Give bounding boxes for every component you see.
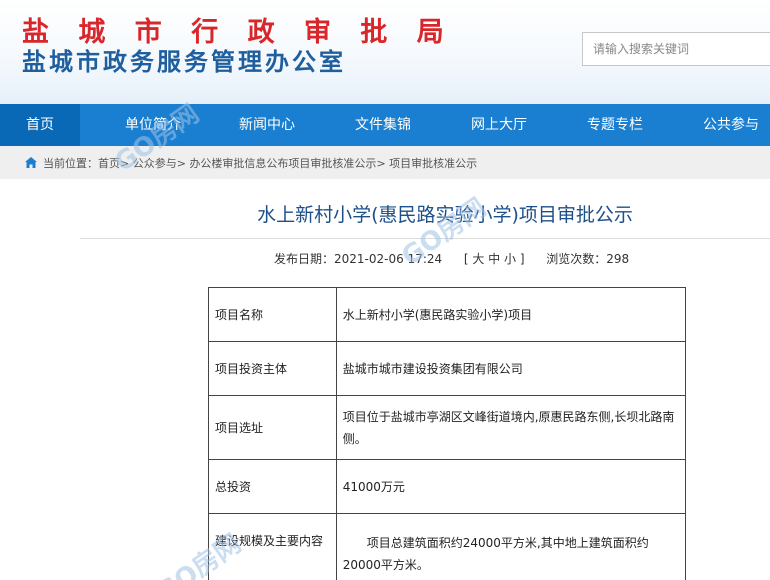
row-label: 项目名称 <box>208 287 337 342</box>
home-icon <box>25 157 37 168</box>
date-label: 发布日期： <box>274 252 335 266</box>
table-row: 项目选址 项目位于盐城市亭湖区文峰街道境内,原惠民路东侧,长坝北路南侧。 <box>208 395 687 460</box>
breadcrumb-separator: > <box>176 157 186 170</box>
view-count: 298 <box>606 252 630 266</box>
font-size-small-button[interactable]: 小 <box>504 252 516 266</box>
search-input[interactable] <box>582 32 770 66</box>
article-title: 水上新村小学(惠民路实验小学)项目审批公示 <box>257 204 633 226</box>
site-header: 盐 城 市 行 政 审 批 局 盐城市政务服务管理办公室 <box>0 0 770 104</box>
table-row: 项目名称 水上新村小学(惠民路实验小学)项目 <box>208 287 687 342</box>
row-label: 项目投资主体 <box>208 341 337 396</box>
nav-item-online-hall[interactable]: 网上大厅 <box>458 104 540 146</box>
row-label: 总投资 <box>208 459 337 514</box>
nav-item-news[interactable]: 新闻中心 <box>226 104 308 146</box>
nav-item-public[interactable]: 公共参与 <box>690 104 770 146</box>
row-label: 项目选址 <box>208 395 337 460</box>
row-value: 水上新村小学(惠民路实验小学)项目 <box>335 287 687 342</box>
project-info-table: 项目名称 水上新村小学(惠民路实验小学)项目 项目投资主体 盐城市城市建设投资集… <box>208 287 687 580</box>
table-row: 项目投资主体 盐城市城市建设投资集团有限公司 <box>208 341 687 396</box>
office-subtitle: 盐城市政务服务管理办公室 <box>22 48 346 76</box>
breadcrumb-approval-info[interactable]: 办公楼审批信息公布项目审批核准公示 <box>189 157 376 170</box>
font-size-large-button[interactable]: 大 <box>472 252 484 266</box>
article-meta: 发布日期：2021-02-06 17:24 [ 大 中 小 ] 浏览次数：298 <box>274 250 629 267</box>
main-nav: 首页 单位简介 新闻中心 文件集锦 网上大厅 专题专栏 公共参与 <box>0 104 770 146</box>
nav-item-home[interactable]: 首页 <box>0 104 80 146</box>
row-value: 项目位于盐城市亭湖区文峰街道境内,原惠民路东侧,长坝北路南侧。 <box>335 395 687 460</box>
font-size-open: [ <box>463 252 469 266</box>
table-row: 建设规模及主要内容 项目总建筑面积约24000平方米,其中地上建筑面积约2000… <box>208 513 687 580</box>
row-value: 盐城市城市建设投资集团有限公司 <box>335 341 687 396</box>
page: 盐 城 市 行 政 审 批 局 盐城市政务服务管理办公室 首页 单位简介 新闻中… <box>0 0 770 580</box>
breadcrumb-prefix: 当前位置： <box>43 157 98 170</box>
views-label: 浏览次数： <box>546 252 607 266</box>
row-value: 41000万元 <box>335 459 687 514</box>
breadcrumb-separator: > <box>376 157 386 170</box>
breadcrumb-current[interactable]: 项目审批核准公示 <box>389 157 477 170</box>
breadcrumb-trail: 当前位置：首页> 公众参与> 办公楼审批信息公布项目审批核准公示> 项目审批核准… <box>43 155 477 171</box>
table-row: 总投资 41000万元 <box>208 459 687 514</box>
row-value: 项目总建筑面积约24000平方米,其中地上建筑面积约20000平方米。 <box>335 513 687 580</box>
font-size-medium-button[interactable]: 中 <box>488 252 500 266</box>
nav-item-topics[interactable]: 专题专栏 <box>574 104 656 146</box>
font-size-close: ] <box>519 252 525 266</box>
nav-item-documents[interactable]: 文件集锦 <box>342 104 424 146</box>
